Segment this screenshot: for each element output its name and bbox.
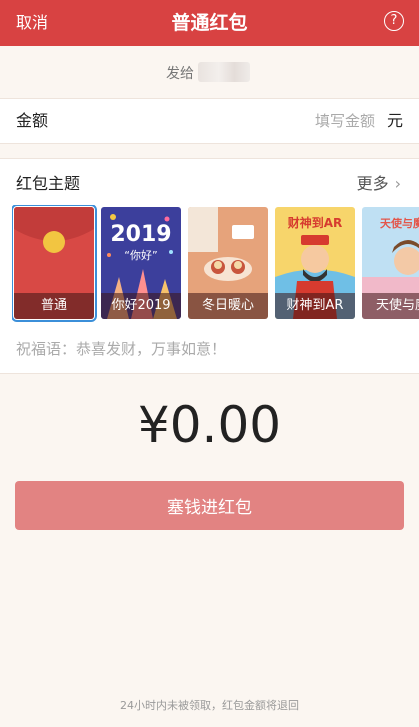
theme-item-angel-devil[interactable]: 天使与魔 天使与魔 (362, 207, 419, 319)
recipient-row: 发给 (0, 46, 419, 98)
amount-label: 金额 (16, 111, 49, 130)
amount-input[interactable] (225, 108, 375, 134)
amount-row: 金额 元 (0, 98, 419, 144)
theme-art-subtext: “你好” (124, 248, 157, 262)
more-themes-button[interactable]: 更多 › (357, 170, 401, 194)
theme-label: 你好2019 (101, 293, 181, 319)
total-amount: ¥0.00 (137, 396, 282, 454)
page-title: 普通红包 (171, 12, 248, 34)
chevron-right-icon: › (394, 174, 401, 193)
theme-label: 冬日暖心 (188, 293, 268, 319)
recipient-label: 发给 (166, 66, 194, 82)
blessing-input[interactable] (16, 333, 403, 365)
theme-art-text: 财神到AR (287, 215, 343, 230)
refund-notice: 24小时内未被领取，红包金额将退回 (120, 699, 299, 712)
theme-label: 天使与魔 (362, 293, 419, 319)
theme-art-text: 2019 (110, 222, 171, 247)
more-themes-label: 更多 (356, 174, 389, 193)
theme-item-winter-warmth[interactable]: 冬日暖心 (188, 207, 268, 319)
theme-label: 普通 (14, 293, 94, 319)
theme-item-hello-2019[interactable]: 2019 “你好” 你好2019 (101, 207, 181, 319)
theme-item-god-of-wealth-ar[interactable]: 财神到AR 财神到AR (275, 207, 355, 319)
amount-unit: 元 (386, 111, 403, 130)
theme-art-text: 天使与魔 (380, 216, 419, 230)
theme-card: 红包主题 更多 › 普通 2019 “你好” 你好2019 冬日暖心 财神到AR… (0, 158, 419, 374)
help-icon[interactable]: ? (384, 11, 404, 31)
theme-list: 普通 2019 “你好” 你好2019 冬日暖心 财神到AR 财神到AR 天使与… (12, 205, 419, 323)
theme-section-title: 红包主题 (16, 174, 81, 193)
theme-label: 财神到AR (275, 293, 355, 319)
nav-bar: 取消 普通红包 ? (0, 0, 419, 46)
theme-item-plain[interactable]: 普通 (12, 205, 97, 322)
recipient-name-blurred (198, 62, 250, 82)
stuff-money-button[interactable]: 塞钱进红包 (15, 481, 404, 530)
